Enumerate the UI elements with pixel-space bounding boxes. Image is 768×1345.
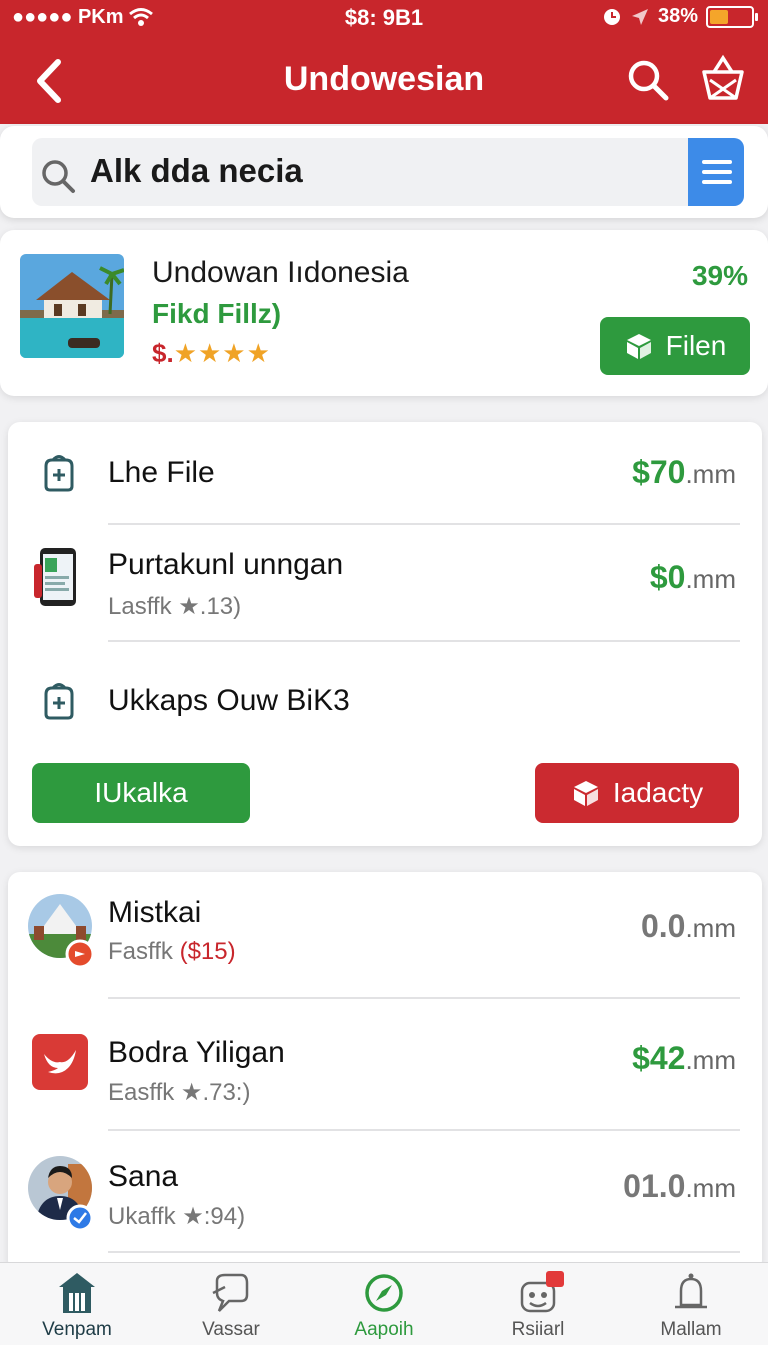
phone-icon: [34, 548, 76, 606]
rating-stars: ★★★★: [173, 338, 271, 368]
files-section: Lhe File $70.mm Purtakunl unngan Lasffk …: [8, 422, 762, 846]
tab-label: Mallam: [660, 1319, 722, 1340]
row-price: 01.0.mm: [623, 1168, 736, 1204]
tab-label: Vassar: [202, 1319, 260, 1340]
price-symbol: $.: [152, 338, 174, 368]
row-subtitle: Fasffk ($15): [108, 938, 236, 965]
battery-icon: [706, 5, 758, 28]
tab-mallam[interactable]: Mallam: [614, 1263, 768, 1345]
row-subtitle: Easffk ★.73:): [108, 1079, 251, 1106]
tab-venpam[interactable]: Venpam: [0, 1263, 154, 1345]
row-title: Bodra Yiligan: [108, 1036, 285, 1069]
tab-label: Rsiiarl: [511, 1319, 565, 1340]
row-title: Ukkaps Ouw BiK3: [108, 684, 350, 717]
iadacty-label: Iadacty: [612, 777, 704, 808]
ukalka-button[interactable]: IUkalka: [32, 763, 250, 823]
add-box-icon: [44, 683, 74, 720]
divider: [108, 997, 740, 999]
cart-button[interactable]: [696, 54, 750, 106]
divider: [108, 1129, 740, 1131]
row-title: Mistkai: [108, 896, 202, 929]
row-subtitle: Ukaffk ★:94): [108, 1203, 246, 1230]
search-button[interactable]: [624, 56, 672, 104]
ukalka-label: IUkalka: [94, 777, 188, 808]
tab-label: Aapoih: [354, 1319, 414, 1340]
tab-aapoih[interactable]: Aapoih: [307, 1263, 461, 1345]
row-subtitle: Lasffk ★.13): [108, 593, 242, 620]
tab-bar: Venpam Vassar Aapoih Rsiiarl Mallam: [0, 1262, 768, 1345]
product-price-rating: $.★★★★: [152, 338, 271, 369]
chat-icon: [212, 1273, 249, 1312]
store-icon: [59, 1273, 95, 1313]
product-thumbnail: [20, 254, 124, 358]
menu-button[interactable]: [688, 138, 744, 206]
contacts-section: Mistkai Fasffk ($15) 0.0.mm Bodra Yiliga…: [8, 872, 762, 1272]
search-icon: [42, 160, 75, 193]
row-title: Purtakunl unngan: [108, 548, 344, 581]
divider: [108, 1251, 740, 1253]
row-price: $0.mm: [649, 559, 736, 595]
discount-percent: 39%: [691, 260, 748, 291]
search-card: Alk dda necia: [0, 126, 768, 218]
row-title: Lhe File: [108, 456, 215, 489]
compass-icon: [365, 1274, 403, 1312]
row-price: 0.0.mm: [640, 908, 736, 944]
clock-icon: [603, 8, 620, 25]
tab-rsiiarl[interactable]: Rsiiarl: [461, 1263, 615, 1345]
filen-label: Filen: [665, 330, 727, 361]
battery-percent: 38%: [657, 5, 698, 27]
search-input[interactable]: Alk dda necia: [32, 138, 744, 206]
tab-vassar[interactable]: Vassar: [154, 1263, 308, 1345]
location-arrow-icon: [631, 8, 648, 25]
tab-label: Venpam: [42, 1319, 112, 1340]
bot-icon: [520, 1271, 564, 1313]
avatar: [28, 1156, 94, 1232]
divider: [108, 640, 740, 642]
product-title: Undowan Iıdonesia: [152, 256, 409, 289]
row-title: Sana: [108, 1160, 179, 1193]
add-box-icon: [44, 455, 74, 492]
product-card[interactable]: Undowan Iıdonesia Fikd Fillz) $.★★★★ 39%…: [0, 230, 768, 396]
status-bar: ●●●●● PKm $8: 9B1 38%: [0, 0, 768, 34]
nav-bar: Undowesian: [0, 46, 768, 116]
app-header: ●●●●● PKm $8: 9B1 38% Undowesian: [0, 0, 768, 124]
bell-icon: [675, 1273, 707, 1309]
search-query: Alk dda necia: [90, 152, 303, 189]
avatar: [28, 894, 95, 969]
bird-icon: [32, 1034, 88, 1090]
iadacty-button[interactable]: Iadacty: [535, 763, 739, 823]
row-price: $42.mm: [632, 1040, 736, 1076]
box-icon: [626, 334, 651, 359]
filen-button[interactable]: Filen: [600, 317, 750, 375]
product-subtitle: Fikd Fillz): [152, 298, 282, 329]
box-icon: [573, 781, 598, 806]
row-price: $70.mm: [632, 454, 736, 490]
divider: [108, 523, 740, 525]
